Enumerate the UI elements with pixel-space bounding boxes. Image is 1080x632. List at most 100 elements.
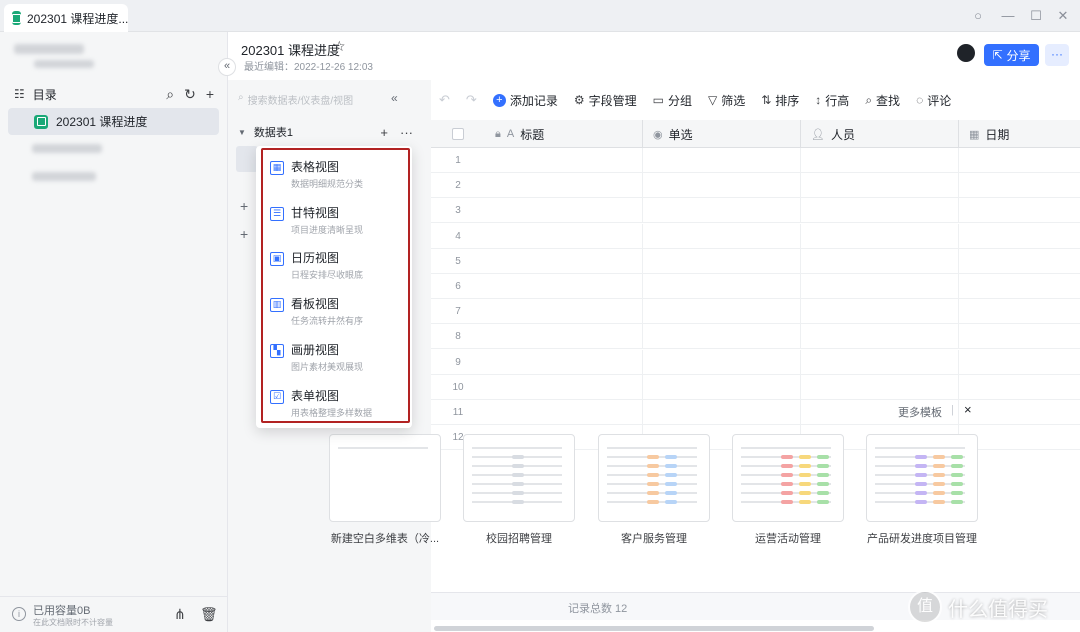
grid-cell[interactable] (801, 274, 959, 299)
grid-cell[interactable] (801, 324, 959, 350)
grid-cell[interactable] (959, 299, 1080, 324)
grid-cell[interactable] (643, 173, 801, 199)
select-all-checkbox[interactable] (431, 120, 485, 148)
table-row[interactable]: 5 (431, 248, 1080, 274)
grid-cell[interactable] (485, 198, 643, 224)
table-row[interactable]: 8 (431, 324, 1080, 350)
view-menu-item[interactable]: ▚ 画册视图 图片素材美观展现 (264, 335, 404, 379)
collapse-sidebar-button[interactable]: « (218, 58, 236, 76)
find-button[interactable]: ⌕ 查找 (865, 92, 900, 109)
grid-cell[interactable] (959, 324, 1080, 349)
view-menu-item[interactable]: ▥ 看板视图 任务流转井然有序 (264, 289, 404, 333)
grid-cell[interactable] (643, 299, 801, 325)
sort-button[interactable]: ⇅ 排序 (761, 92, 799, 109)
comment-button[interactable]: ◌ 评论 (916, 92, 951, 109)
grid-cell[interactable] (643, 223, 801, 249)
blurred-sidebar-item[interactable] (32, 144, 102, 153)
add-view-icon[interactable]: + (380, 125, 388, 140)
view-menu-item[interactable]: ☑ 表单视图 用表格整理多样数据 (264, 381, 404, 425)
grid-cell[interactable] (959, 274, 1080, 299)
table-row[interactable]: 7 (431, 299, 1080, 325)
grid-cell[interactable] (485, 248, 643, 274)
grid-cell[interactable] (485, 223, 643, 249)
minimize-icon[interactable]: — (1000, 8, 1016, 24)
grid-cell[interactable] (801, 173, 959, 199)
column-header-single-select[interactable]: ◉ 单选 (643, 120, 801, 148)
grid-cell[interactable] (643, 274, 801, 299)
window-tab[interactable]: 202301 课程进度... (4, 4, 128, 32)
close-templates-icon[interactable]: × (964, 402, 972, 417)
template-card[interactable] (329, 434, 441, 522)
undo-icon[interactable]: ↶ (439, 92, 450, 108)
close-window-icon[interactable]: ✕ (1055, 8, 1071, 24)
grid-cell[interactable] (801, 148, 959, 173)
template-card[interactable] (598, 434, 710, 522)
more-options-button[interactable]: ··· (1045, 44, 1069, 66)
checkbox[interactable] (452, 128, 464, 140)
field-manage-button[interactable]: ⚙ 字段管理 (574, 92, 637, 109)
row-height-button[interactable]: ↕ 行高 (815, 92, 849, 109)
add-icon[interactable]: + (206, 86, 214, 103)
template-card[interactable] (463, 434, 575, 522)
table-row[interactable]: 10 (431, 374, 1080, 400)
grid-cell[interactable] (485, 173, 643, 199)
filter-button[interactable]: ▽ 筛选 (708, 92, 745, 109)
table-row[interactable]: 6 (431, 274, 1080, 299)
collapse-panel-icon[interactable]: « (391, 91, 398, 105)
maximize-icon[interactable]: ☐ (1028, 8, 1044, 24)
column-header-date[interactable]: ▦ 日期 (959, 120, 1080, 148)
grid-cell[interactable] (959, 375, 1080, 400)
grid-cell[interactable] (485, 299, 643, 325)
grid-cell[interactable] (485, 324, 643, 350)
template-card-label[interactable]: 运营活动管理 (728, 530, 848, 546)
active-view-item[interactable] (236, 146, 258, 172)
grid-cell[interactable] (643, 148, 801, 173)
sidebar-item-active-doc[interactable]: 202301 课程进度 (8, 108, 219, 135)
add-icon[interactable]: + (240, 226, 248, 242)
grid-cell[interactable] (801, 248, 959, 274)
horizontal-scrollbar[interactable] (434, 626, 874, 631)
template-card-label[interactable]: 校园招聘管理 (459, 530, 579, 546)
grid-cell[interactable] (959, 173, 1080, 198)
share-network-icon[interactable]: ⋔ (174, 606, 186, 623)
column-header-person[interactable]: 👤︎ 人员 (801, 120, 959, 148)
template-card-label[interactable]: 客户服务管理 (594, 530, 714, 546)
group-button[interactable]: ▭ 分组 (653, 92, 692, 109)
refresh-icon[interactable]: ↻ (184, 86, 196, 103)
view-menu-item[interactable]: ▦ 表格视图 数据明细规范分类 (264, 152, 404, 196)
table-row[interactable]: 9 (431, 349, 1080, 375)
table-row[interactable]: 3 (431, 198, 1080, 224)
grid-cell[interactable] (485, 148, 643, 173)
grid-cell[interactable] (643, 349, 801, 375)
template-card-label[interactable]: 产品研发进度项目管理 (862, 530, 982, 546)
avatar[interactable] (957, 44, 975, 62)
grid-cell[interactable] (643, 198, 801, 224)
grid-cell[interactable] (959, 350, 1080, 375)
grid-cell[interactable] (801, 223, 959, 249)
page-title[interactable]: 202301 课程进度 (241, 40, 340, 59)
template-card[interactable] (732, 434, 844, 522)
grid-cell[interactable] (485, 274, 643, 299)
grid-cell[interactable] (959, 198, 1080, 223)
template-card[interactable] (866, 434, 978, 522)
add-icon[interactable]: + (240, 198, 248, 214)
minimize-to-tray-icon[interactable]: ○ (970, 8, 986, 24)
table-row[interactable]: 2 (431, 173, 1080, 199)
grid-cell[interactable] (801, 198, 959, 224)
add-record-button[interactable]: + 添加记录 (492, 92, 558, 109)
table-more-icon[interactable]: ··· (400, 125, 413, 140)
table-row[interactable]: 4 (431, 223, 1080, 249)
grid-cell[interactable] (801, 374, 959, 400)
grid-cell[interactable] (959, 249, 1080, 274)
grid-cell[interactable] (643, 374, 801, 400)
table-list-item[interactable]: ▼ 数据表1 + ··· (238, 124, 413, 140)
grid-cell[interactable] (643, 248, 801, 274)
grid-cell[interactable] (485, 349, 643, 375)
grid-cell[interactable] (801, 299, 959, 325)
grid-cell[interactable] (959, 148, 1080, 173)
template-card-label[interactable]: 新建空白多维表（冷... (325, 530, 445, 546)
more-templates-link[interactable]: 更多模板 (898, 404, 942, 420)
table-search-input[interactable]: ⌕ 搜索数据表/仪表盘/视图 (238, 92, 353, 107)
star-icon[interactable]: ☆ (333, 38, 346, 55)
grid-cell[interactable] (485, 374, 643, 400)
